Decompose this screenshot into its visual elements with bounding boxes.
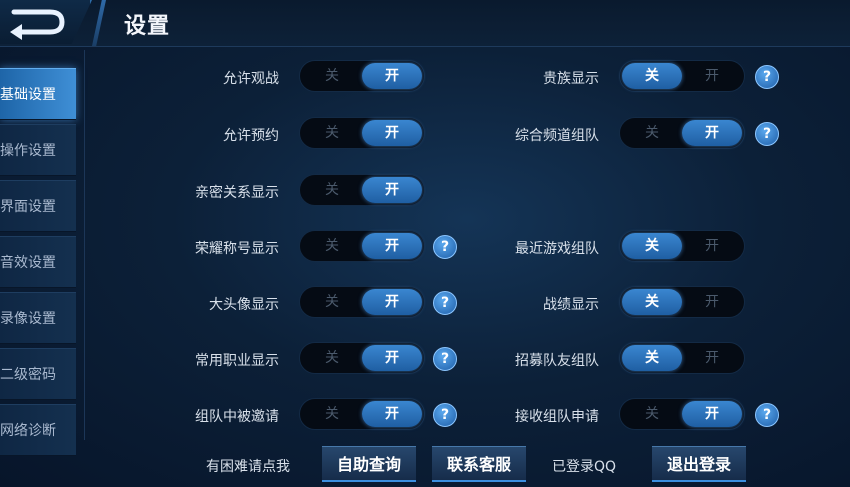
sidebar-item[interactable]: 操作设置: [0, 124, 76, 176]
help-question-icon[interactable]: ?: [755, 65, 779, 89]
toggle-off-option[interactable]: 关: [622, 63, 682, 89]
setting-row: 综合频道组队 关开?: [85, 117, 841, 151]
setting-toggle[interactable]: 关开: [619, 60, 745, 92]
toggle-off-option[interactable]: 关: [302, 177, 362, 203]
setting-label: 亲密关系显示: [195, 185, 279, 201]
setting-row: 贵族显示 关开?: [85, 60, 841, 94]
setting-toggle[interactable]: 关开: [619, 342, 745, 374]
sidebar-item[interactable]: 录像设置: [0, 292, 76, 344]
setting-row: 最近游戏组队 关开: [85, 230, 841, 264]
header-bar: 设置: [0, 0, 850, 47]
contact-support-button[interactable]: 联系客服: [432, 446, 526, 482]
setting-label: 招募队友组队: [515, 353, 599, 369]
setting-row: 亲密关系显示 关开: [85, 174, 841, 208]
sidebar-item[interactable]: 界面设置: [0, 180, 76, 232]
header-divider: [92, 0, 106, 46]
setting-label: 最近游戏组队: [515, 241, 599, 257]
toggle-off-option[interactable]: 关: [622, 120, 682, 146]
help-prompt-text: 有困难请点我: [206, 459, 290, 475]
sidebar-item[interactable]: 音效设置: [0, 236, 76, 288]
logout-button[interactable]: 退出登录: [652, 446, 746, 482]
toggle-on-option[interactable]: 开: [682, 120, 742, 146]
toggle-on-option[interactable]: 开: [682, 233, 742, 259]
toggle-off-option[interactable]: 关: [622, 233, 682, 259]
sidebar-item[interactable]: 基础设置: [0, 68, 76, 120]
self-service-button[interactable]: 自助查询: [322, 446, 416, 482]
setting-toggle[interactable]: 关开: [619, 117, 745, 149]
setting-row: 战绩显示 关开: [85, 286, 841, 320]
sidebar-item[interactable]: 网络诊断: [0, 404, 76, 456]
toggle-on-option[interactable]: 开: [682, 289, 742, 315]
back-arrow-icon: [10, 9, 65, 40]
toggle-off-option[interactable]: 关: [622, 401, 682, 427]
help-question-icon[interactable]: ?: [755, 403, 779, 427]
sidebar: 基础设置 操作设置 界面设置 音效设置 录像设置 二级密码 网络诊断: [0, 68, 80, 460]
setting-toggle[interactable]: 关开: [619, 398, 745, 430]
page-title: 设置: [124, 14, 171, 39]
toggle-on-option[interactable]: 开: [682, 401, 742, 427]
setting-toggle[interactable]: 关开: [299, 174, 425, 206]
setting-label: 综合频道组队: [515, 128, 599, 144]
setting-toggle[interactable]: 关开: [619, 286, 745, 318]
toggle-off-option[interactable]: 关: [622, 289, 682, 315]
setting-label: 战绩显示: [543, 297, 599, 313]
setting-row: 接收组队申请 关开?: [85, 398, 841, 432]
toggle-off-option[interactable]: 关: [622, 345, 682, 371]
back-button[interactable]: [0, 0, 92, 44]
login-status-text: 已登录QQ: [552, 459, 617, 475]
setting-row: 招募队友组队 关开: [85, 342, 841, 376]
setting-label: 贵族显示: [543, 71, 599, 87]
sidebar-item[interactable]: 二级密码: [0, 348, 76, 400]
toggle-on-option[interactable]: 开: [682, 63, 742, 89]
setting-toggle[interactable]: 关开: [619, 230, 745, 262]
toggle-on-option[interactable]: 开: [362, 177, 422, 203]
help-question-icon[interactable]: ?: [755, 122, 779, 146]
settings-panel: 允许观战关开允许预约关开亲密关系显示关开荣耀称号显示关开? 大头像显示关开? 常用职…: [84, 50, 841, 440]
toggle-on-option[interactable]: 开: [682, 345, 742, 371]
setting-label: 接收组队申请: [515, 409, 599, 425]
